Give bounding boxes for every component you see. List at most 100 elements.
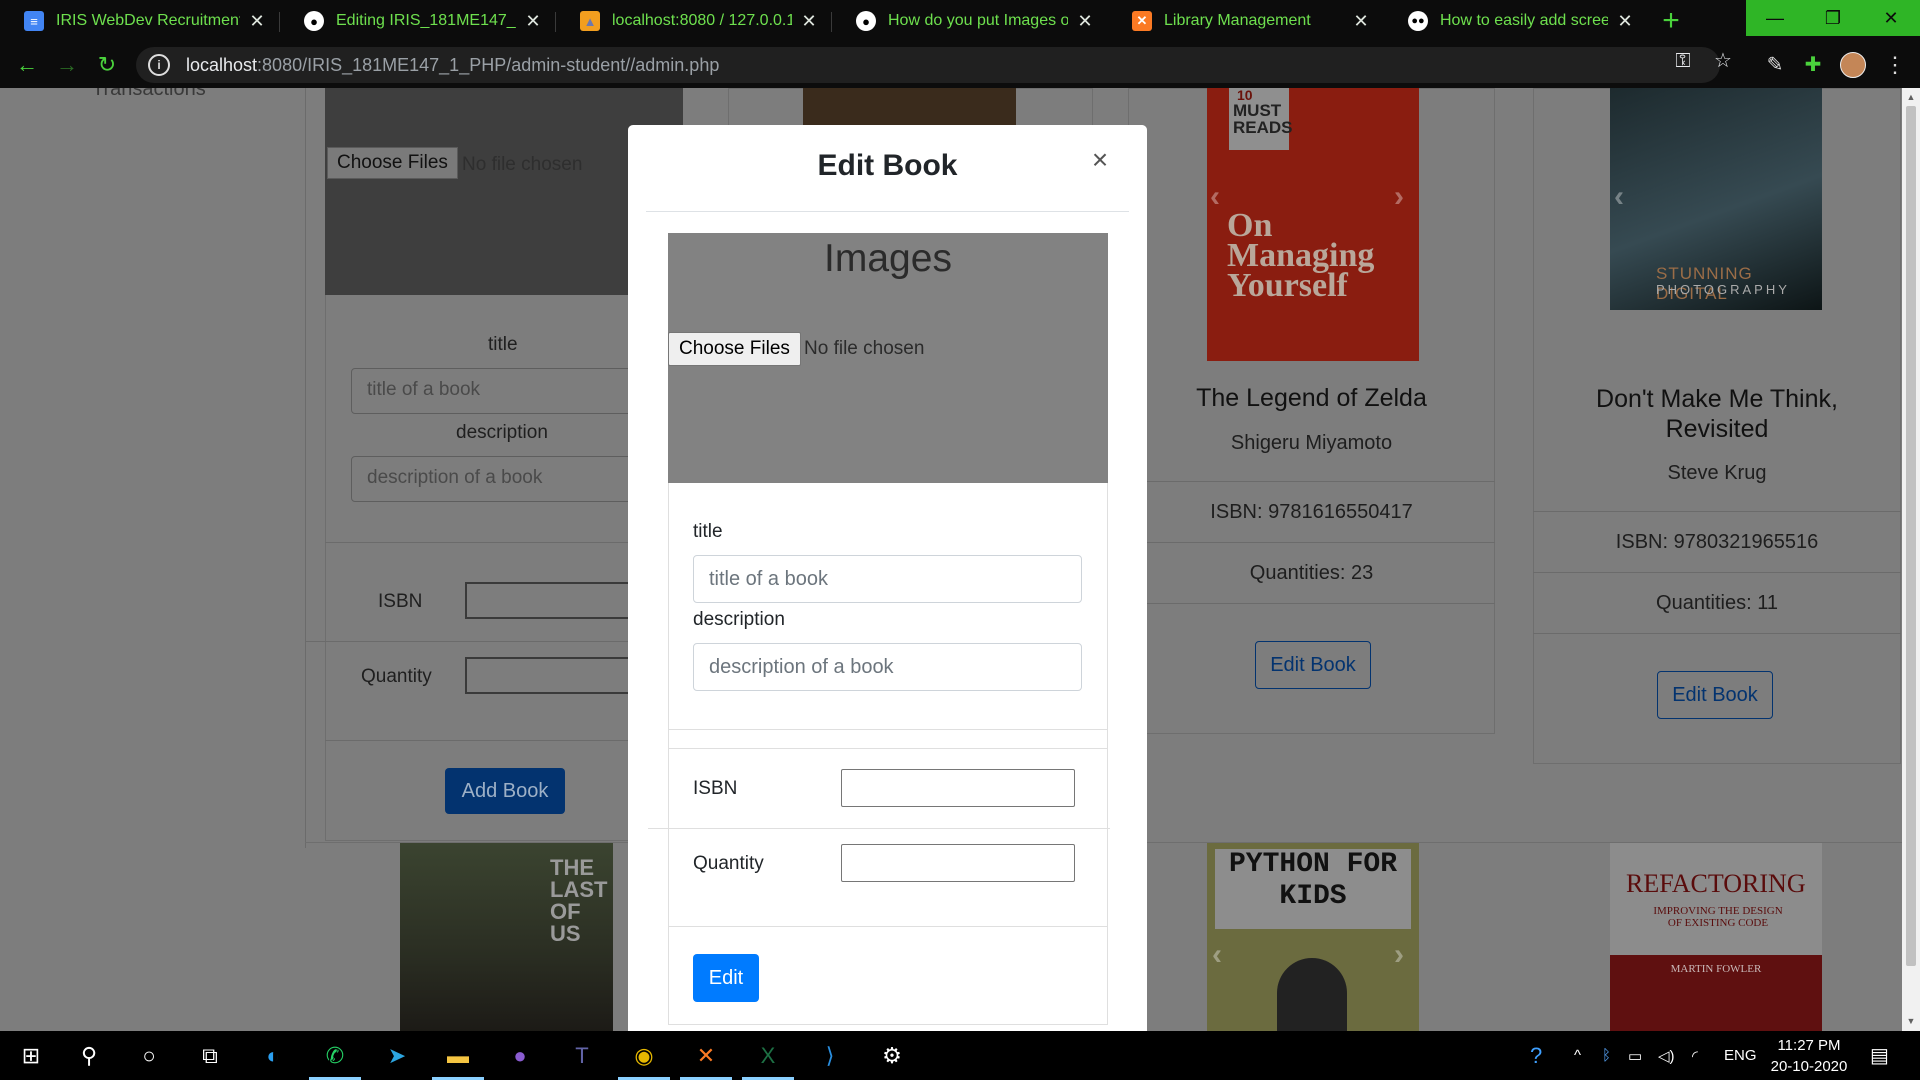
isbn-input[interactable] bbox=[841, 769, 1075, 807]
new-tab-button[interactable]: + bbox=[1656, 6, 1686, 36]
address-bar[interactable]: i localhost:8080/IRIS_181ME147_1_PHP/adm… bbox=[136, 47, 1720, 83]
minimize-button[interactable]: — bbox=[1746, 0, 1804, 36]
vscode-icon[interactable]: ⟩ bbox=[813, 1039, 847, 1073]
scroll-down-icon[interactable]: ▼ bbox=[1902, 1016, 1920, 1026]
url-text[interactable]: localhost:8080/IRIS_181ME147_1_PHP/admin… bbox=[186, 55, 719, 76]
help-icon[interactable]: ? bbox=[1530, 1031, 1542, 1080]
chrome-icon[interactable]: ◉ bbox=[627, 1039, 661, 1073]
file-status-text: No file chosen bbox=[804, 338, 925, 359]
wifi-icon[interactable]: ◜ bbox=[1692, 1031, 1698, 1080]
carousel-prev-icon[interactable]: ‹ bbox=[1614, 180, 1624, 214]
restore-button[interactable]: ❐ bbox=[1804, 0, 1862, 36]
edit-submit-button[interactable]: Edit bbox=[693, 954, 759, 1002]
carousel-prev-icon[interactable]: ‹ bbox=[1212, 938, 1222, 972]
cover-badge: 10 MUST READS bbox=[1229, 88, 1293, 150]
extensions-puzzle-icon[interactable]: ✚ bbox=[1800, 52, 1826, 78]
browser-tab-iris-webdev[interactable]: ≡ IRIS WebDev Recruitment Ta ✕ bbox=[0, 0, 278, 42]
back-arrow-icon[interactable]: ← bbox=[12, 50, 42, 80]
browser-toolbar: ← → ↻ i localhost:8080/IRIS_181ME147_1_P… bbox=[0, 42, 1920, 88]
close-icon[interactable]: × bbox=[1085, 145, 1115, 175]
xampp-icon[interactable]: ✕ bbox=[689, 1039, 723, 1073]
notifications-icon[interactable]: ▤ bbox=[1870, 1031, 1889, 1080]
tab-title: How to easily add screensho bbox=[1440, 12, 1608, 29]
carousel-next-icon[interactable]: › bbox=[1394, 938, 1404, 972]
browser-menu-icon[interactable]: ⋮ bbox=[1884, 52, 1906, 78]
forward-arrow-icon[interactable]: → bbox=[52, 50, 82, 80]
page-scrollbar[interactable]: ▲ ▼ bbox=[1902, 88, 1920, 1031]
extension-pen-icon[interactable]: ✎ bbox=[1762, 52, 1788, 78]
close-tab-icon[interactable]: ✕ bbox=[800, 11, 818, 32]
excel-icon[interactable]: X bbox=[751, 1039, 785, 1073]
quantity-input[interactable] bbox=[841, 844, 1075, 882]
telegram-icon[interactable]: ➤ bbox=[380, 1039, 414, 1073]
modal-header-divider bbox=[646, 211, 1129, 212]
title-label: title bbox=[488, 334, 518, 355]
scroll-up-icon[interactable]: ▲ bbox=[1902, 92, 1920, 102]
search-icon[interactable]: ⚲ bbox=[72, 1039, 106, 1073]
edge-icon[interactable]: ◐ bbox=[256, 1039, 290, 1073]
teams-icon[interactable]: T bbox=[565, 1039, 599, 1073]
carousel-next-icon[interactable]: › bbox=[1394, 180, 1404, 214]
edit-book-button[interactable]: Edit Book bbox=[1255, 641, 1371, 689]
description-input[interactable]: description of a book bbox=[693, 643, 1082, 691]
python-logo-shape bbox=[1277, 958, 1347, 1031]
bluetooth-icon[interactable]: ᛒ bbox=[1602, 1031, 1611, 1080]
title-input[interactable]: title of a book bbox=[351, 368, 661, 414]
close-tab-icon[interactable]: ✕ bbox=[248, 11, 266, 32]
choose-files-button[interactable]: Choose Files bbox=[327, 147, 458, 179]
scrollbar-thumb[interactable] bbox=[1906, 106, 1916, 966]
divider bbox=[1128, 481, 1495, 482]
description-label: description bbox=[456, 422, 548, 443]
github-desktop-icon[interactable]: ● bbox=[503, 1039, 537, 1073]
carousel-prev-icon[interactable]: ‹ bbox=[1210, 180, 1220, 214]
file-explorer-icon[interactable]: ▬ bbox=[441, 1039, 475, 1073]
add-book-button[interactable]: Add Book bbox=[445, 768, 565, 814]
tab-title: Library Management bbox=[1164, 12, 1311, 29]
close-tab-icon[interactable]: ✕ bbox=[524, 11, 542, 32]
reload-icon[interactable]: ↻ bbox=[92, 50, 122, 80]
cover-text: REFACTORING bbox=[1626, 869, 1806, 898]
close-tab-icon[interactable]: ✕ bbox=[1352, 11, 1370, 32]
book-isbn: ISBN: 9780321965516 bbox=[1615, 531, 1819, 553]
github-icon: ● bbox=[856, 11, 876, 31]
key-icon[interactable]: ⚿ bbox=[1668, 46, 1698, 76]
description-input[interactable]: description of a book bbox=[351, 456, 661, 502]
close-window-button[interactable]: ✕ bbox=[1862, 0, 1920, 36]
browser-tab-library-management[interactable]: ✕ Library Management ✕ bbox=[1108, 0, 1382, 42]
system-clock[interactable]: 11:27 PM 20-10-2020 bbox=[1766, 1035, 1852, 1077]
divider bbox=[1128, 603, 1495, 604]
modal-title: Edit Book bbox=[817, 149, 958, 182]
tab-title: Editing IRIS_181ME147_1_PH bbox=[336, 12, 516, 29]
url-path: :8080/IRIS_181ME147_1_PHP/admin-student/… bbox=[257, 54, 720, 75]
close-tab-icon[interactable]: ✕ bbox=[1616, 11, 1634, 32]
volume-icon[interactable]: ◁) bbox=[1658, 1031, 1675, 1080]
task-view-icon[interactable]: ⧉ bbox=[193, 1039, 227, 1073]
cover-text: READS bbox=[1233, 118, 1293, 137]
bookmark-star-icon[interactable]: ☆ bbox=[1708, 46, 1738, 76]
browser-tab-phpmyadmin[interactable]: ▲ localhost:8080 / 127.0.0.1 / g ✕ bbox=[556, 0, 830, 42]
close-tab-icon[interactable]: ✕ bbox=[1076, 11, 1094, 32]
cover-text: PYTHON FOR KIDS bbox=[1215, 849, 1411, 929]
settings-gear-icon[interactable]: ⚙ bbox=[875, 1039, 909, 1073]
cortana-icon[interactable]: ○ bbox=[132, 1039, 166, 1073]
profile-avatar[interactable] bbox=[1840, 52, 1866, 78]
title-input[interactable]: title of a book bbox=[693, 555, 1082, 603]
book-cover-image: THE LAST OF US bbox=[400, 843, 613, 1031]
cover-text: IMPROVING THE DESIGN OF EXISTING CODE bbox=[1653, 905, 1783, 929]
browser-tab-github-images[interactable]: ● How do you put Images on t ✕ bbox=[832, 0, 1106, 42]
language-indicator[interactable]: ENG bbox=[1724, 1031, 1757, 1080]
google-docs-icon: ≡ bbox=[24, 11, 44, 31]
sidebar-item-transactions[interactable]: Transactions bbox=[92, 88, 206, 101]
whatsapp-icon[interactable]: ✆ bbox=[318, 1039, 352, 1073]
site-info-icon[interactable]: i bbox=[148, 54, 170, 76]
show-hidden-icons-icon[interactable]: ^ bbox=[1574, 1031, 1581, 1080]
choose-files-button[interactable]: Choose Files bbox=[668, 332, 801, 366]
tab-title: How do you put Images on t bbox=[888, 12, 1068, 29]
description-label: description bbox=[693, 609, 785, 630]
browser-tab-github-editing[interactable]: ● Editing IRIS_181ME147_1_PH ✕ bbox=[280, 0, 554, 42]
windows-start-icon[interactable]: ⊞ bbox=[14, 1039, 48, 1073]
battery-icon[interactable]: ▭ bbox=[1628, 1031, 1642, 1080]
cover-text: MUST bbox=[1233, 101, 1282, 120]
edit-book-button[interactable]: Edit Book bbox=[1657, 671, 1773, 719]
browser-tab-medium[interactable]: ●● How to easily add screensho ✕ bbox=[1384, 0, 1646, 42]
